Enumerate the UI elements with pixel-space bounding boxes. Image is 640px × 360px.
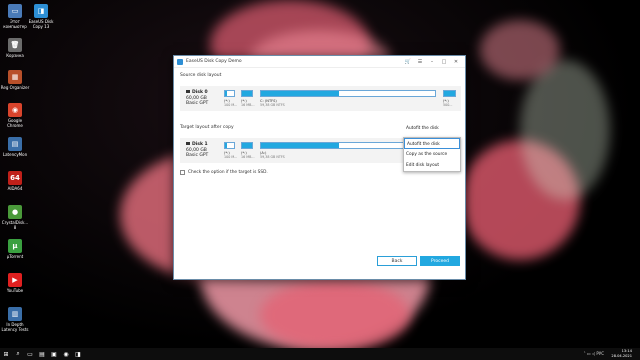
partition-size: 100 M... <box>224 103 238 107</box>
desktop-icon-label: Reg Organizer <box>0 85 30 90</box>
maximize-button[interactable]: □ <box>438 59 450 65</box>
partition[interactable]: (*:) 100 M... <box>224 90 238 107</box>
task-view-icon[interactable]: ▭ <box>24 348 36 360</box>
source-layout-label: Source disk layout <box>180 73 222 78</box>
partition-bar <box>443 90 456 97</box>
desktop-icon[interactable]: ▶ YouTube <box>0 273 30 293</box>
clock-date: 28.04.2021 <box>611 354 632 358</box>
target-disk-info: Disk 1 60,00 GB Basic GPT <box>186 142 209 158</box>
cart-icon[interactable]: 🛒 <box>402 59 414 65</box>
ssd-checkbox[interactable] <box>180 170 185 175</box>
partition-bar <box>224 90 235 97</box>
desktop-icon[interactable]: ▥ In Depth Latency Tests <box>0 307 30 332</box>
desktop-icon-label: YouTube <box>6 288 24 293</box>
utorrent-icon: µ <box>8 239 22 253</box>
desktop-icon-label: µTorrent <box>6 254 24 259</box>
source-disk-info: Disk 0 60,00 GB Basic GPT <box>186 90 209 106</box>
chevron-up-icon[interactable]: ˄ <box>584 351 586 356</box>
latency-tests-icon: ▥ <box>8 307 22 321</box>
desktop-icon[interactable]: ▤ LatencyMon <box>0 137 30 157</box>
option-autofit[interactable]: Autofit the disk <box>404 138 460 149</box>
aida64-icon: 64 <box>8 171 22 185</box>
minimize-button[interactable]: – <box>426 59 438 65</box>
partition-usage-fill <box>444 91 455 96</box>
target-layout-label: Target layout after copy <box>180 125 234 130</box>
partition-usage-fill <box>242 143 252 148</box>
computer-icon: ▭ <box>8 4 22 18</box>
language-indicator[interactable]: РУС <box>596 351 604 356</box>
option-edit-layout[interactable]: Edit disk layout <box>404 160 460 171</box>
desktop-icon[interactable]: ◨ EaseUS Disk Copy 13 <box>26 4 56 29</box>
desktop-icon-label: Корзина <box>6 53 24 58</box>
chrome-icon: ◉ <box>8 103 22 117</box>
partition[interactable]: (*:) 100 M... <box>224 142 238 159</box>
disk-icon <box>186 90 190 93</box>
desktop-icon-label: LatencyMon <box>2 152 28 157</box>
partition-size: 100 M... <box>224 155 238 159</box>
start-icon[interactable]: ⊞ <box>0 348 12 360</box>
menu-icon[interactable]: ☰ <box>414 59 426 65</box>
partition[interactable]: C: (NTFS) 59,38 GB NTFS <box>260 90 436 107</box>
youtube-icon: ▶ <box>8 273 22 287</box>
easeus-icon[interactable]: ◨ <box>72 348 84 360</box>
partition-bar <box>260 90 436 97</box>
easeus-logo-icon <box>177 58 183 65</box>
crystaldisk-icon: ● <box>8 205 22 219</box>
disk-icon <box>186 142 190 145</box>
reg-organizer-icon: ▦ <box>8 70 22 84</box>
desktop-icon-label: AIDA64 <box>7 186 23 191</box>
source-disk-row[interactable]: Disk 0 60,00 GB Basic GPT (*:) 100 M... (*… <box>180 86 461 111</box>
desktop-icon[interactable]: 🗑 Корзина <box>0 38 30 58</box>
search-icon[interactable]: ⌕ <box>12 348 24 360</box>
layout-dropdown-menu: Autofit the disk Copy as the source Edit… <box>403 137 461 172</box>
partition-size: 500... <box>443 103 453 107</box>
partition-size: 16 MB... <box>241 103 255 107</box>
file-explorer-icon[interactable]: ▤ <box>36 348 48 360</box>
partition[interactable]: (*:) 16 MB... <box>241 142 255 159</box>
desktop-icon-label: Google Chrome <box>7 118 23 128</box>
partition-usage-fill <box>225 91 227 96</box>
partition-usage-fill <box>242 91 252 96</box>
partition-size: 16 MB... <box>241 155 255 159</box>
window-title: EaseUS Disk Copy Demo <box>186 59 242 64</box>
option-copy-as-source[interactable]: Copy as the source <box>404 149 460 160</box>
partition-size: 59,38 GB NTFS <box>260 103 285 107</box>
desktop-icon[interactable]: ◉ Google Chrome <box>0 103 30 128</box>
recycle-bin-icon: 🗑 <box>8 38 22 52</box>
close-button[interactable]: ✕ <box>450 59 462 65</box>
desktop-icon[interactable]: ▦ Reg Organizer <box>0 70 30 90</box>
desktop-icon-label: In Depth Latency Tests <box>1 322 29 332</box>
desktop-icon[interactable]: 64 AIDA64 <box>0 171 30 191</box>
partition-usage-fill <box>261 143 340 148</box>
partition-usage-fill <box>261 91 340 96</box>
desktop-icon-label: CrystalDisk... 8 <box>1 220 29 230</box>
desktop-icon[interactable]: ● CrystalDisk... 8 <box>0 205 30 230</box>
partition-bar <box>241 142 253 149</box>
clock[interactable]: 13:14 28.04.2021 <box>611 349 632 359</box>
partition[interactable]: (*:) 16 MB... <box>241 90 255 107</box>
tray-icons[interactable]: ˄ ▭ ◁ РУС <box>584 351 604 356</box>
volume-icon[interactable]: ◁ <box>592 351 595 356</box>
store-icon[interactable]: ▣ <box>48 348 60 360</box>
title-bar: EaseUS Disk Copy Demo 🛒 ☰ – □ ✕ <box>174 56 465 68</box>
desktop-icon[interactable]: µ µTorrent <box>0 239 30 259</box>
ssd-checkbox-label: Check the option if the target is SSD. <box>188 170 268 175</box>
partition[interactable]: (*:)500... <box>443 90 456 107</box>
desktop-icon-label: EaseUS Disk Copy 13 <box>28 19 54 29</box>
latencymon-icon: ▤ <box>8 137 22 151</box>
taskbar: ⊞ ⌕ ▭ ▤ ▣ ◉ ◨ ˄ ▭ ◁ РУС 13:14 28.04.2021 <box>0 348 640 360</box>
proceed-button[interactable]: Proceed <box>420 256 460 266</box>
partition-bar <box>241 90 253 97</box>
back-button[interactable]: Back <box>377 256 417 266</box>
partition-bar <box>224 142 235 149</box>
partition-usage-fill <box>225 143 227 148</box>
layout-dropdown[interactable]: Autofit the disk <box>404 125 461 133</box>
network-icon[interactable]: ▭ <box>587 351 591 356</box>
ssd-option[interactable]: Check the option if the target is SSD. <box>180 170 268 175</box>
chrome-icon[interactable]: ◉ <box>60 348 72 360</box>
easeus-icon: ◨ <box>34 4 48 18</box>
